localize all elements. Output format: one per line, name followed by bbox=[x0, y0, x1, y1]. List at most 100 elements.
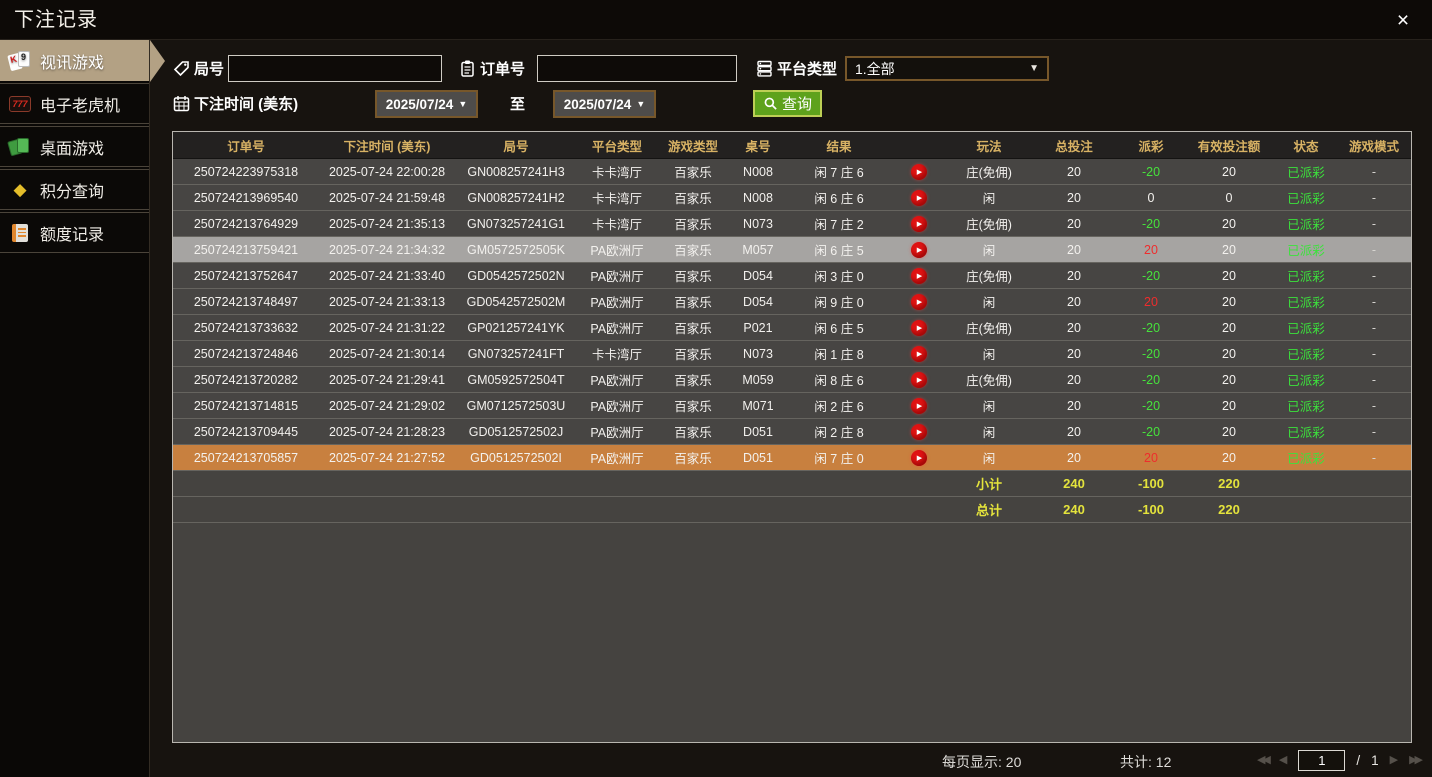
page-size-label: 每页显示: 20 bbox=[942, 754, 1022, 770]
col-header-order-no: 订单号 bbox=[227, 139, 265, 154]
last-page-icon[interactable]: ▶▶ bbox=[1409, 754, 1423, 766]
cell-replay bbox=[891, 315, 947, 340]
sidebar-item-label: 桌面游戏 bbox=[40, 140, 105, 158]
cell-order-no: 250724213733632 bbox=[193, 320, 299, 335]
replay-play-icon[interactable] bbox=[911, 293, 927, 310]
table-body: 250724223975318 2025-07-24 22:00:28 GN00… bbox=[173, 159, 1411, 471]
table-row[interactable]: 250724213764929 2025-07-24 21:35:13 GN07… bbox=[173, 211, 1411, 237]
table-row[interactable]: 250724213714815 2025-07-24 21:29:02 GM07… bbox=[173, 393, 1411, 419]
replay-play-icon[interactable] bbox=[911, 449, 927, 466]
cell-total-bet: 20 bbox=[1067, 216, 1081, 231]
cell-bet-time: 2025-07-24 21:28:23 bbox=[328, 424, 446, 439]
replay-play-icon[interactable] bbox=[911, 267, 927, 284]
cell-table-no: N008 bbox=[743, 164, 773, 179]
page-number-input[interactable] bbox=[1298, 749, 1346, 771]
table-row[interactable]: 250724213724846 2025-07-24 21:30:14 GN07… bbox=[173, 341, 1411, 367]
cell-result: 闲 6 庄 5 bbox=[814, 322, 864, 336]
total-payout: -100 bbox=[1137, 502, 1165, 517]
order-no-input[interactable] bbox=[537, 55, 737, 82]
cell-round-no: GN008257241H2 bbox=[467, 190, 565, 205]
replay-play-icon[interactable] bbox=[911, 345, 927, 362]
cell-payout: 0 bbox=[1147, 190, 1155, 205]
table-row[interactable]: 250724223975318 2025-07-24 22:00:28 GN00… bbox=[173, 159, 1411, 185]
cell-payout: 20 bbox=[1144, 450, 1158, 465]
document-icon bbox=[12, 223, 28, 242]
col-header-valid-bet: 有效投注额 bbox=[1197, 139, 1261, 154]
next-page-icon[interactable]: ▶ bbox=[1390, 754, 1398, 766]
table-row[interactable]: 250724213752647 2025-07-24 21:33:40 GD05… bbox=[173, 263, 1411, 289]
replay-play-icon[interactable] bbox=[911, 241, 927, 258]
cell-table-no: M059 bbox=[742, 372, 774, 387]
table-row[interactable]: 250724213720282 2025-07-24 21:29:41 GM05… bbox=[173, 367, 1411, 393]
table-row[interactable]: 250724213733632 2025-07-24 21:31:22 GP02… bbox=[173, 315, 1411, 341]
cell-status: 已派彩 bbox=[1287, 244, 1325, 258]
cell-valid-bet: 20 bbox=[1222, 294, 1236, 309]
cell-status: 已派彩 bbox=[1287, 270, 1325, 284]
replay-play-icon[interactable] bbox=[911, 189, 927, 206]
subtotal-total-bet: 240 bbox=[1063, 476, 1085, 491]
cell-valid-bet: 20 bbox=[1222, 372, 1236, 387]
cell-replay bbox=[891, 367, 947, 392]
cell-platform: PA欧洲厅 bbox=[590, 400, 644, 414]
cell-replay bbox=[891, 159, 947, 184]
sidebar-item-live-games[interactable]: K9 视讯游戏 bbox=[0, 40, 165, 82]
cell-game-type: 百家乐 bbox=[674, 166, 712, 180]
date-from-picker[interactable]: 2025/07/24 ▼ bbox=[375, 90, 478, 118]
cell-status: 已派彩 bbox=[1287, 400, 1325, 414]
replay-play-icon[interactable] bbox=[911, 371, 927, 388]
order-no-label: 订单号 bbox=[480, 61, 526, 78]
cell-game-type: 百家乐 bbox=[674, 452, 712, 466]
cell-round-no: GN073257241G1 bbox=[467, 216, 565, 231]
slot-777-icon: 777 bbox=[9, 95, 31, 112]
replay-play-icon[interactable] bbox=[911, 163, 927, 180]
col-header-total-bet: 总投注 bbox=[1055, 139, 1093, 154]
replay-play-icon[interactable] bbox=[911, 319, 927, 336]
col-header-result: 结果 bbox=[826, 139, 852, 154]
cell-payout: -20 bbox=[1141, 372, 1161, 387]
page-count: 1 bbox=[1371, 752, 1379, 768]
replay-play-icon[interactable] bbox=[911, 215, 927, 232]
first-page-icon[interactable]: ◀◀ bbox=[1257, 754, 1271, 766]
cell-play: 闲 bbox=[982, 244, 996, 258]
sidebar-item-table-games[interactable]: 桌面游戏 bbox=[0, 126, 149, 167]
close-icon[interactable]: × bbox=[1390, 8, 1416, 34]
cell-bet-time: 2025-07-24 21:31:22 bbox=[328, 320, 446, 335]
cell-replay bbox=[891, 263, 947, 288]
table-row[interactable]: 250724213709445 2025-07-24 21:28:23 GD05… bbox=[173, 419, 1411, 445]
cell-platform: PA欧洲厅 bbox=[590, 244, 644, 258]
prev-page-icon[interactable]: ◀ bbox=[1279, 754, 1287, 766]
cell-total-bet: 20 bbox=[1067, 294, 1081, 309]
cell-round-no: GM0572572505K bbox=[467, 242, 565, 257]
cell-game-type: 百家乐 bbox=[674, 244, 712, 258]
cell-play: 闲 bbox=[982, 348, 996, 362]
table-row[interactable]: 250724213748497 2025-07-24 21:33:13 GD05… bbox=[173, 289, 1411, 315]
platform-type-select[interactable]: 1.全部 ▼ bbox=[845, 56, 1049, 81]
subtotal-label: 小计 bbox=[975, 477, 1002, 492]
sidebar-item-slots[interactable]: 777 电子老虎机 bbox=[0, 83, 149, 124]
table-header-row: 订单号 下注时间 (美东) 局号 平台类型 游戏类型 桌号 结果 玩法 总投注 … bbox=[173, 132, 1411, 159]
cell-payout: 20 bbox=[1144, 294, 1158, 309]
cell-table-no: N073 bbox=[743, 346, 773, 361]
cell-payout: -20 bbox=[1141, 268, 1161, 283]
cell-game-type: 百家乐 bbox=[674, 218, 712, 232]
table-row[interactable]: 250724213969540 2025-07-24 21:59:48 GN00… bbox=[173, 185, 1411, 211]
table-row[interactable]: 250724213705857 2025-07-24 21:27:52 GD05… bbox=[173, 445, 1411, 471]
table-row[interactable]: 250724213759421 2025-07-24 21:34:32 GM05… bbox=[173, 237, 1411, 263]
replay-play-icon[interactable] bbox=[911, 423, 927, 440]
cell-total-bet: 20 bbox=[1067, 268, 1081, 283]
sidebar-item-quota-records[interactable]: 额度记录 bbox=[0, 212, 149, 253]
date-to-label: 至 bbox=[510, 96, 526, 113]
cell-valid-bet: 20 bbox=[1222, 346, 1236, 361]
cell-total-bet: 20 bbox=[1067, 346, 1081, 361]
date-to-picker[interactable]: 2025/07/24 ▼ bbox=[553, 90, 656, 118]
cell-status: 已派彩 bbox=[1287, 166, 1325, 180]
cell-bet-time: 2025-07-24 21:59:48 bbox=[328, 190, 446, 205]
page-separator: / bbox=[1356, 752, 1361, 768]
sidebar-item-points[interactable]: ◆ 积分查询 bbox=[0, 169, 149, 210]
cell-round-no: GP021257241YK bbox=[467, 320, 565, 335]
replay-play-icon[interactable] bbox=[911, 397, 927, 414]
round-no-input[interactable] bbox=[228, 55, 442, 82]
cell-table-no: D051 bbox=[743, 424, 773, 439]
cell-game-mode: - bbox=[1371, 216, 1377, 231]
search-button[interactable]: 查询 bbox=[753, 90, 823, 117]
